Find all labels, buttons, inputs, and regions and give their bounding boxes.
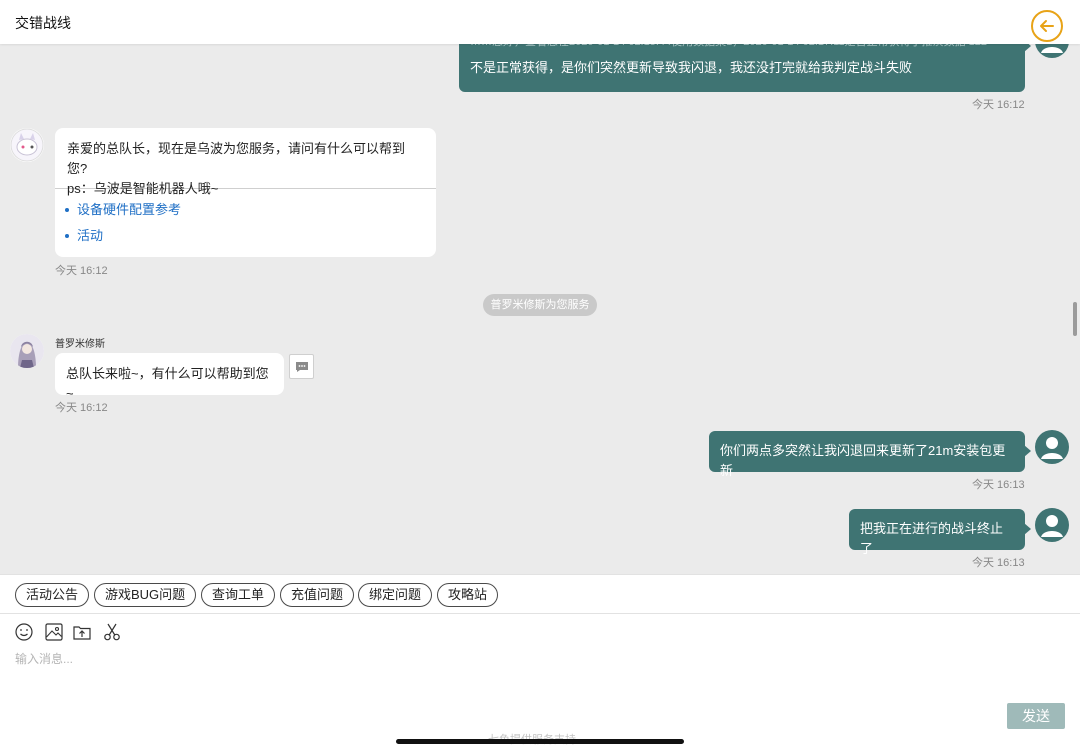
back-button[interactable] [1031, 10, 1063, 42]
message-partial-line: ……您好，查看您在2020-01-14 02:15:44使用数据集1，2020-… [470, 44, 1014, 52]
message-outgoing: ……您好，查看您在2020-01-14 02:15:44使用数据集1，2020-… [459, 44, 1031, 92]
message-text: 把我正在进行的战斗终止了 [860, 521, 1004, 556]
agent-avatar [10, 334, 44, 368]
message-time: 今天 16:13 [972, 479, 1025, 491]
upload-icon[interactable] [72, 622, 92, 642]
chat-dots-icon [295, 361, 308, 372]
quick-reply-chip[interactable]: 攻略站 [437, 583, 499, 607]
user-avatar [1035, 430, 1069, 464]
message-time: 今天 16:12 [972, 99, 1025, 111]
quick-reply-chip[interactable]: 查询工单 [201, 583, 276, 607]
quick-reply-chip[interactable]: 活动公告 [15, 583, 90, 607]
faq-link-label: 设备硬件配置参考 [77, 202, 182, 217]
bot-message: 亲爱的总队长，现在是乌波为您服务，请问有什么可以帮到您? ps：乌波是智能机器人… [55, 128, 436, 257]
message-menu-button[interactable] [289, 354, 314, 379]
message-time: 今天 16:12 [55, 402, 108, 414]
quick-reply-chip[interactable]: 充值问题 [280, 583, 355, 607]
quick-reply-chip[interactable]: 游戏BUG问题 [94, 583, 197, 607]
page-title: 交错战线 [15, 15, 71, 31]
user-icon [1041, 437, 1063, 459]
system-notice: 普罗米修斯为您服务 [483, 294, 597, 316]
emoji-icon[interactable] [14, 622, 34, 642]
bot-avatar [10, 128, 44, 162]
agent-message-text: 总队长来啦~，有什么可以帮助到您~ [66, 366, 269, 401]
message-input[interactable]: 输入消息... [15, 650, 73, 667]
user-icon [1041, 47, 1063, 53]
message-outgoing: 把我正在进行的战斗终止了 [849, 509, 1031, 556]
send-button[interactable]: 发送 [1007, 703, 1065, 729]
arrow-left-icon [1040, 20, 1054, 32]
quick-reply-chip[interactable]: 绑定问题 [358, 583, 433, 607]
user-avatar [1035, 508, 1069, 542]
message-outgoing: 你们两点多突然让我闪退回来更新了21m安装包更新 [709, 431, 1031, 478]
image-icon[interactable] [44, 622, 64, 642]
home-indicator[interactable] [396, 739, 684, 744]
message-time: 今天 16:12 [55, 265, 108, 277]
message-text: 你们两点多突然让我闪退回来更新了21m安装包更新 [720, 443, 1006, 478]
chat-scrollbar[interactable] [1073, 302, 1077, 336]
faq-link-label: 活动 [77, 228, 104, 243]
bullet-icon [65, 208, 69, 212]
bullet-icon [65, 234, 69, 238]
faq-link[interactable]: 设备硬件配置参考 [65, 197, 426, 223]
faq-link[interactable]: 活动 [65, 223, 426, 249]
user-icon [1041, 515, 1063, 537]
agent-message: 总队长来啦~，有什么可以帮助到您~ [55, 353, 284, 401]
bot-message-line: 亲爱的总队长，现在是乌波为您服务，请问有什么可以帮到您? [67, 141, 406, 176]
message-time: 今天 16:13 [972, 557, 1025, 569]
top-bar: 交错战线 [0, 0, 1080, 44]
agent-portrait-icon [10, 334, 44, 368]
agent-name: 普罗米修斯 [55, 339, 105, 350]
chat-area[interactable]: ……您好，查看您在2020-01-14 02:15:44使用数据集1，2020-… [0, 44, 1080, 574]
scissors-icon[interactable] [102, 622, 122, 642]
user-avatar [1035, 44, 1069, 58]
input-area: 输入消息... 发送 七鱼提供服务支持 [0, 614, 1080, 751]
quick-reply-bar: 活动公告 游戏BUG问题 查询工单 充值问题 绑定问题 攻略站 [0, 574, 1080, 614]
robot-icon [10, 128, 44, 162]
message-text: 不是正常获得，是你们突然更新导致我闪退，我还没打完就给我判定战斗失败 [470, 60, 913, 75]
